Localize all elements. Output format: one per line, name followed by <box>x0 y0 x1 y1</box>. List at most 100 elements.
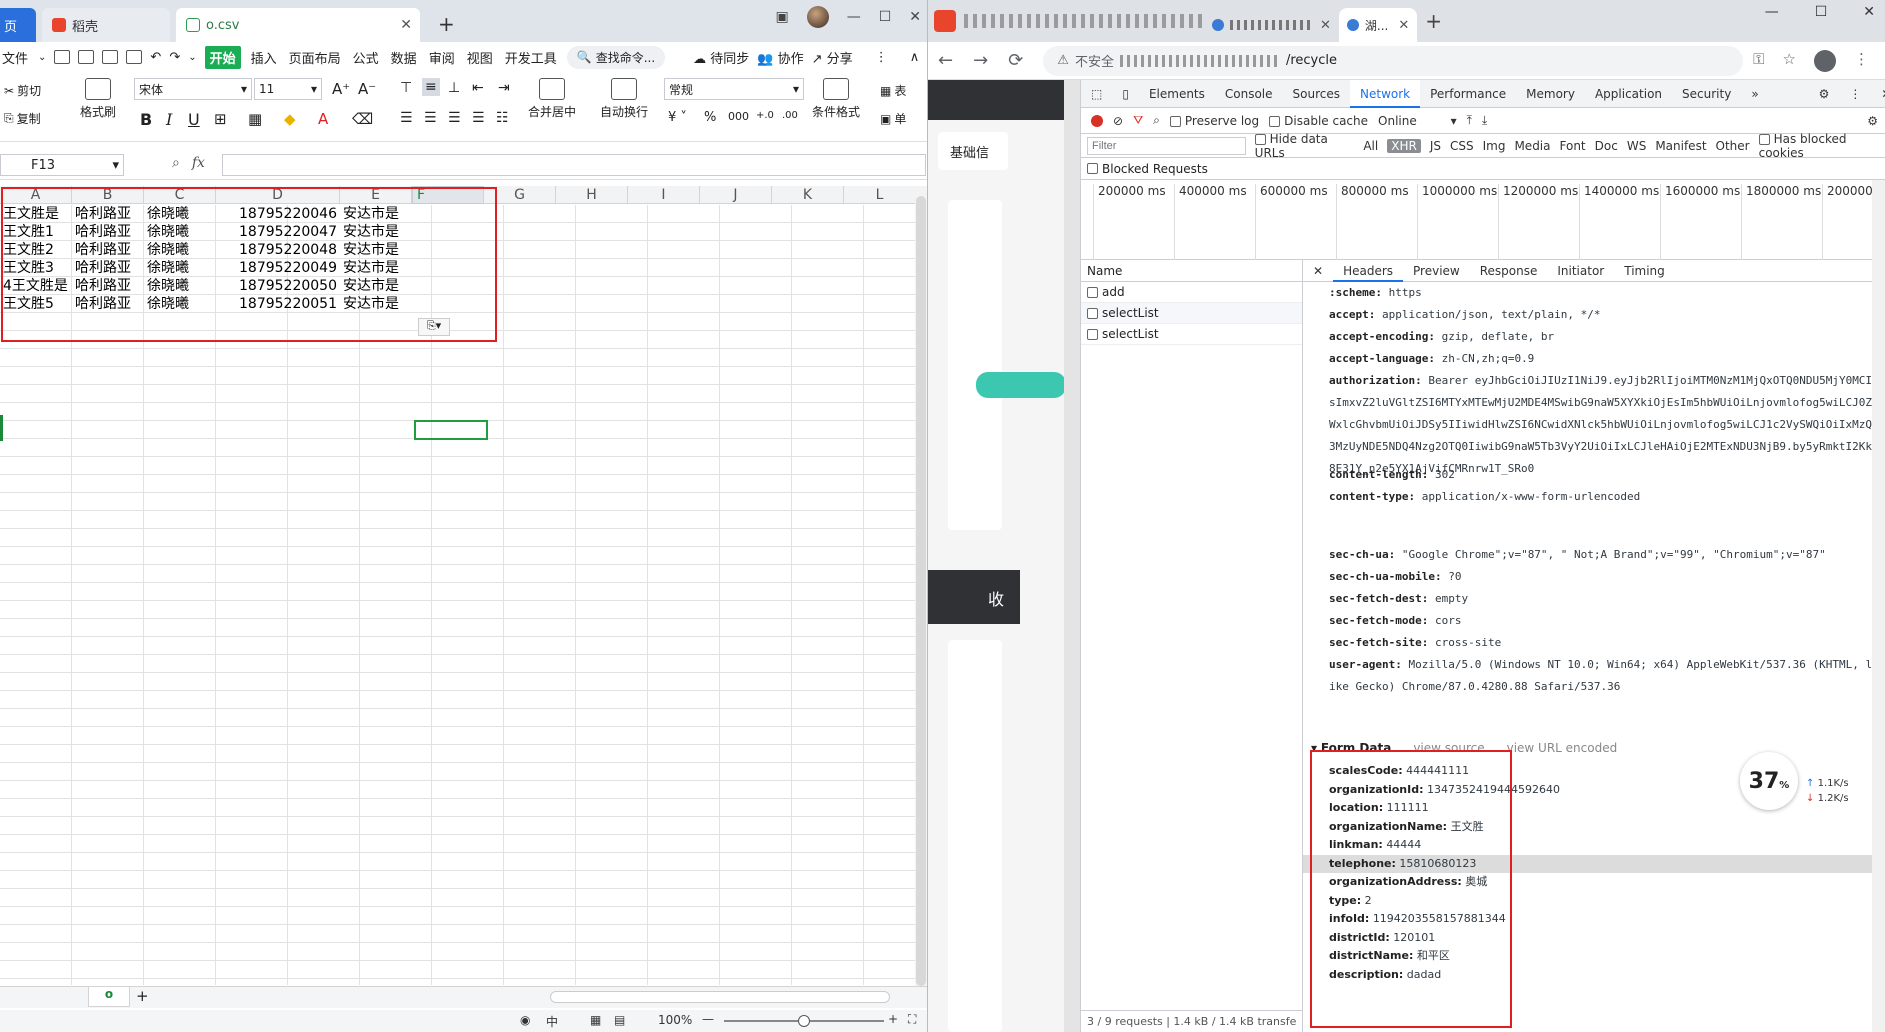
tab-formula[interactable]: 公式 <box>351 46 381 69</box>
column-header[interactable]: I <box>628 186 700 204</box>
filter-img[interactable]: Img <box>1483 139 1506 153</box>
filter-css[interactable]: CSS <box>1450 139 1474 153</box>
formula-input[interactable] <box>222 154 926 176</box>
page-scrollbar[interactable] <box>1064 80 1080 1032</box>
network-timeline[interactable]: 200000 ms 400000 ms 600000 ms 800000 ms 1000… <box>1081 180 1885 260</box>
selected-cell[interactable] <box>414 420 488 440</box>
filter-all[interactable]: All <box>1363 139 1378 153</box>
font-shrink-button[interactable]: A⁻ <box>358 80 376 98</box>
search-icon[interactable]: ⌕ <box>1153 113 1160 128</box>
clear-format-icon[interactable]: ⌫ <box>352 110 373 128</box>
preserve-log-toggle[interactable]: Preserve log <box>1169 114 1259 128</box>
close-detail-icon[interactable]: ✕ <box>1303 260 1333 282</box>
tab-page-layout[interactable]: 页面布局 <box>287 46 343 69</box>
page-button[interactable] <box>976 372 1066 398</box>
decimal-decrease-button[interactable]: .00 <box>782 110 798 121</box>
close-icon[interactable]: ✕ <box>1863 4 1875 20</box>
add-sheet-icon[interactable]: + <box>136 987 149 1005</box>
zoom-out-icon[interactable]: — <box>702 1012 714 1026</box>
tab-performance[interactable]: Performance <box>1420 80 1516 108</box>
format-painter-button[interactable]: 格式刷 <box>80 78 116 120</box>
omnibox[interactable]: ⚠ 不安全 /recycle <box>1043 45 1744 76</box>
filter-js[interactable]: JS <box>1430 139 1441 153</box>
page-view-icon[interactable]: ▤ <box>614 1013 625 1027</box>
close-icon[interactable]: ✕ <box>909 9 921 25</box>
print-icon[interactable] <box>102 50 119 64</box>
record-icon[interactable] <box>1091 114 1103 127</box>
tab-preview[interactable]: Preview <box>1403 260 1470 282</box>
tab-network[interactable]: Network <box>1350 79 1421 108</box>
column-header[interactable]: K <box>772 186 844 204</box>
pinned-extension-icons[interactable] <box>964 14 1204 28</box>
filter-doc[interactable]: Doc <box>1595 139 1618 153</box>
wps-file-tab[interactable]: o.csv ✕ <box>176 8 420 42</box>
tab-home[interactable]: 开始 <box>204 45 241 69</box>
tab-headers[interactable]: Headers <box>1333 260 1404 282</box>
redo-icon[interactable]: ↷ <box>169 50 180 65</box>
more-icon[interactable]: ⋮ <box>1839 80 1871 108</box>
minimize-icon[interactable]: — <box>847 9 861 25</box>
clear-icon[interactable]: ⊘ <box>1113 114 1123 128</box>
undo-icon[interactable]: ↶ <box>150 50 161 65</box>
zoom-in-icon[interactable]: + <box>888 1012 898 1026</box>
column-header[interactable]: L <box>844 186 916 204</box>
name-box[interactable]: F13 ▾ <box>0 154 124 176</box>
close-tab-icon[interactable]: ✕ <box>1320 18 1331 33</box>
tab-initiator[interactable]: Initiator <box>1547 260 1614 282</box>
network-settings-icon[interactable]: ⚙ <box>1867 114 1878 128</box>
more-icon[interactable]: ⋮ <box>875 50 888 65</box>
filter-ws[interactable]: WS <box>1627 139 1646 153</box>
cell-style-button[interactable]: ▦ <box>248 110 262 128</box>
command-search[interactable]: 🔍 查找命令... <box>566 45 666 69</box>
import-icon[interactable]: ⤒ <box>1467 113 1472 128</box>
tab-sources[interactable]: Sources <box>1283 80 1350 108</box>
thousands-button[interactable]: 000 <box>728 110 749 123</box>
preview-icon[interactable] <box>126 50 143 64</box>
column-header[interactable]: J <box>700 186 772 204</box>
vertical-scroll-thumb[interactable] <box>916 196 926 986</box>
share-button[interactable]: ↗ 分享 <box>812 48 853 67</box>
bold-button[interactable]: B <box>140 110 152 129</box>
reload-icon[interactable]: ⟳ <box>1008 50 1023 71</box>
normal-view-icon[interactable]: ▦ <box>590 1013 601 1027</box>
wps-home-tab[interactable]: 页 <box>0 8 36 42</box>
network-speed-gauge[interactable]: 37% <box>1740 752 1798 810</box>
customize-icon[interactable]: ⌄ <box>188 52 196 63</box>
key-icon[interactable]: ⚿ <box>1753 50 1764 72</box>
gear-icon[interactable]: ⚙ <box>1809 80 1840 108</box>
filter-input[interactable] <box>1087 136 1246 155</box>
align-right-icon[interactable]: ☰ <box>448 110 461 126</box>
align-center-icon[interactable]: ☰ <box>424 110 437 126</box>
hide-data-urls-toggle[interactable]: Hide data URLs <box>1254 132 1355 160</box>
indent-increase-icon[interactable]: ⇥ <box>498 80 510 96</box>
border-button[interactable]: ⊞ <box>214 110 227 128</box>
align-middle-icon[interactable]: ≡ <box>422 78 440 96</box>
font-size-select[interactable]: 11 ▾ <box>254 78 322 100</box>
input-method-icon[interactable]: 中 <box>546 1013 558 1030</box>
tab-application[interactable]: Application <box>1585 80 1672 108</box>
disable-cache-toggle[interactable]: Disable cache <box>1269 114 1368 128</box>
new-tab-icon[interactable]: + <box>438 12 455 36</box>
export-icon[interactable]: ⤓ <box>1482 113 1487 128</box>
tab-developer[interactable]: 开发工具 <box>503 46 559 69</box>
paste-options-icon[interactable]: ⎘▾ <box>418 318 450 336</box>
forward-icon[interactable]: → <box>973 50 988 71</box>
collapse-ribbon-icon[interactable]: ∧ <box>910 50 920 65</box>
menu-icon[interactable]: ⋮ <box>1854 50 1869 72</box>
font-family-select[interactable]: 宋体 ▾ <box>134 78 252 100</box>
minimize-icon[interactable]: — <box>1765 4 1779 20</box>
table-style-button[interactable]: ▦ 表 <box>880 82 906 99</box>
tab-response[interactable]: Response <box>1470 260 1548 282</box>
page-dark-button[interactable]: 收 <box>928 570 1020 624</box>
tab-elements[interactable]: Elements <box>1139 80 1215 108</box>
maximize-icon[interactable]: ☐ <box>1815 4 1828 20</box>
avatar[interactable] <box>806 6 829 28</box>
chrome-tab-active[interactable]: 湖... ✕ <box>1338 8 1418 42</box>
percent-button[interactable]: % <box>704 110 716 125</box>
eye-icon[interactable]: ◉ <box>520 1013 530 1027</box>
indent-decrease-icon[interactable]: ⇤ <box>472 80 484 96</box>
request-row[interactable]: selectList <box>1081 324 1302 345</box>
italic-button[interactable]: I <box>166 110 172 129</box>
fx-icon[interactable]: fx <box>192 155 205 171</box>
zoom-level[interactable]: 100% <box>658 1013 692 1027</box>
